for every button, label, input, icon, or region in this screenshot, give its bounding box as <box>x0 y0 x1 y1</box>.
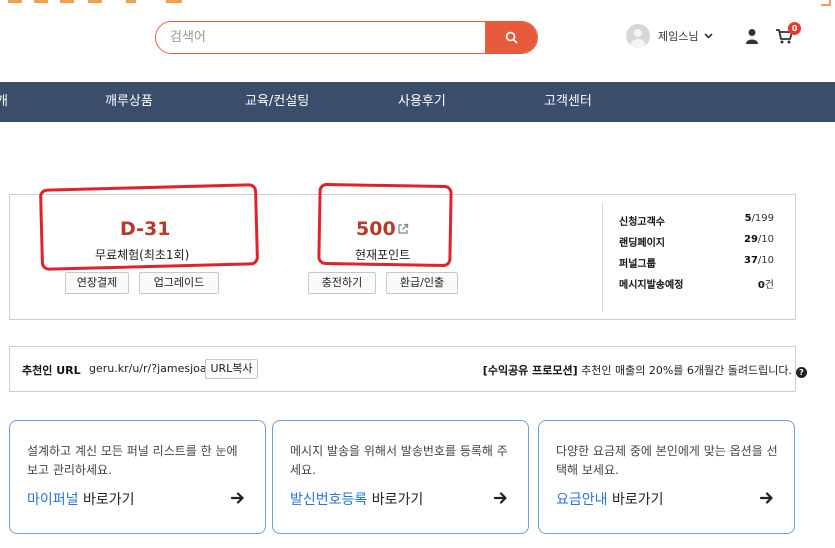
stat-row-funnel-groups: 퍼널그룹 37/10 <box>619 255 774 270</box>
card-description: 설계하고 계신 모든 퍼널 리스트를 한 눈에 보고 관리하세요. <box>27 444 238 477</box>
current-points[interactable]: 500 <box>356 218 396 240</box>
stat-label: 신청고객수 <box>619 217 665 228</box>
arrow-right-icon <box>494 492 507 504</box>
external-link-icon[interactable] <box>397 223 409 235</box>
search-bar <box>155 21 538 54</box>
stat-value: 29 <box>743 234 758 245</box>
nav-item-education[interactable]: 교육/컨설팅 <box>245 82 309 122</box>
trial-label: 무료체험(최초1회) <box>95 248 190 262</box>
search-input[interactable] <box>156 22 485 53</box>
stat-value: 5 <box>744 213 752 224</box>
card-link-highlight: 발신번호등록 <box>290 492 368 508</box>
points-label: 현재포인트 <box>355 248 411 262</box>
stat-row-customers: 신청고객수 5/199 <box>619 213 774 228</box>
card-link-text: 바로가기 <box>367 492 424 508</box>
card-pricing[interactable]: 다양한 요금제 중에 본인에게 맞는 옵션을 선택해 보세요. 요금안내 바로가… <box>538 420 795 534</box>
stat-row-scheduled-messages: 메시지발송예정 0건 <box>619 276 774 291</box>
search-button[interactable] <box>485 22 537 53</box>
referral-label: 추천인 URL <box>22 364 81 377</box>
user-menu[interactable]: 제임스님 <box>626 24 714 48</box>
card-link-highlight: 마이퍼널 <box>27 492 79 508</box>
chevron-down-icon <box>704 31 714 42</box>
avatar <box>626 24 650 48</box>
stat-suffix: /10 <box>757 234 774 245</box>
stat-value: 0 <box>757 280 765 291</box>
promotion-title: [수익공유 프로모션] <box>482 364 578 377</box>
cart-count-badge: 0 <box>788 22 801 35</box>
nav-item-partial[interactable]: 개 <box>0 82 8 122</box>
stats-divider <box>602 202 603 312</box>
main-nav: 개 깨루상품 교육/컨설팅 사용후기 고객센터 <box>0 82 835 122</box>
stat-suffix: 건 <box>764 280 774 291</box>
card-link[interactable]: 발신번호등록 바로가기 <box>290 489 423 509</box>
promotion-text: 추천인 매출의 20%를 6개월간 돌려드립니다. <box>577 364 792 377</box>
top-partial-strip <box>0 0 835 8</box>
upgrade-button[interactable]: 업그레이드 <box>139 272 219 294</box>
card-link-highlight: 요금안내 <box>556 492 608 508</box>
person-icon[interactable] <box>745 28 759 44</box>
stat-suffix: /10 <box>757 255 774 266</box>
stat-value: 37 <box>743 255 758 266</box>
help-icon[interactable]: ? <box>796 367 807 378</box>
card-my-funnel[interactable]: 설계하고 계신 모든 퍼널 리스트를 한 눈에 보고 관리하세요. 마이퍼널 바… <box>9 420 266 534</box>
stat-row-landing-pages: 랜딩페이지 29/10 <box>619 234 774 249</box>
card-sender-number[interactable]: 메시지 발송을 위해서 발송번호를 등록해 주세요. 발신번호등록 바로가기 <box>272 420 529 534</box>
copy-url-button[interactable]: URL복사 <box>205 359 258 379</box>
stat-label: 퍼널그룹 <box>619 259 656 270</box>
charge-button[interactable]: 충전하기 <box>308 272 376 294</box>
nav-item-reviews[interactable]: 사용후기 <box>398 82 446 122</box>
stat-suffix: /199 <box>751 213 774 224</box>
nav-item-support[interactable]: 고객센터 <box>544 82 592 122</box>
card-description: 메시지 발송을 위해서 발송번호를 등록해 주세요. <box>290 444 508 477</box>
card-link-text: 바로가기 <box>607 492 664 508</box>
stat-label: 메시지발송예정 <box>619 280 684 291</box>
card-link[interactable]: 마이퍼널 바로가기 <box>27 489 135 509</box>
card-link[interactable]: 요금안내 바로가기 <box>556 489 664 509</box>
card-link-text: 바로가기 <box>78 492 135 508</box>
card-description: 다양한 요금제 중에 본인에게 맞는 옵션을 선택해 보세요. <box>556 444 778 477</box>
referral-url: geru.kr/u/r/?jamesjoa <box>89 362 207 375</box>
nav-item-products[interactable]: 깨루상품 <box>105 82 153 122</box>
user-name: 제임스님 <box>658 30 699 43</box>
extend-payment-button[interactable]: 연장결제 <box>65 272 129 294</box>
arrow-right-icon <box>231 492 244 504</box>
search-icon <box>505 31 517 44</box>
promotion-notice: [수익공유 프로모션] 추천인 매출의 20%를 6개월간 돌려드립니다.? <box>483 362 807 378</box>
refund-withdraw-button[interactable]: 환급/인출 <box>386 272 458 294</box>
trial-dday: D-31 <box>120 218 171 240</box>
arrow-right-icon <box>760 492 773 504</box>
stat-label: 랜딩페이지 <box>619 238 665 249</box>
